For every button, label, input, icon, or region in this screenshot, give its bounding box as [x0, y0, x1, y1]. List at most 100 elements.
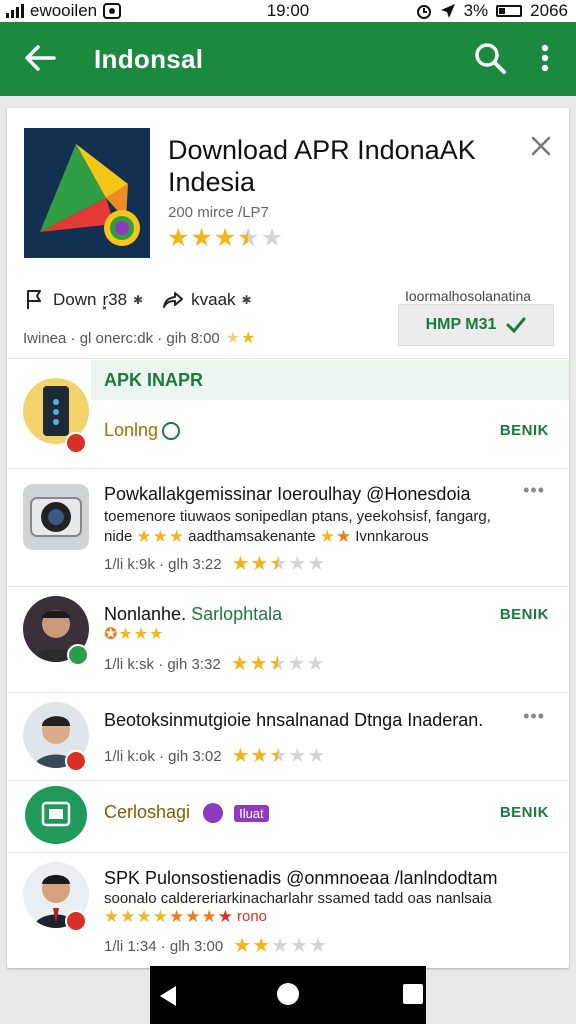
star-icon: ★	[288, 745, 307, 767]
divider	[7, 468, 569, 469]
status-badge	[65, 910, 87, 932]
green-app-avatar	[25, 786, 87, 844]
status-badge	[65, 432, 87, 454]
list-item[interactable]: Beotoksinmutgioie hnsalnanad Dtnga Inade…	[7, 694, 569, 780]
check-icon	[506, 317, 526, 333]
star-icon: ★	[288, 553, 307, 575]
app-detail-card: Download APR IndonaAK Indesia 200 mirce …	[7, 108, 569, 968]
divider	[7, 586, 569, 587]
nav-recents-icon[interactable]	[403, 984, 423, 1004]
divider	[7, 692, 569, 693]
row-meta: 1/li 1:34 · glh 3:00 ★ ★ ★ ★ ★	[104, 935, 327, 957]
star-icon: ★	[260, 224, 284, 252]
search-icon[interactable]	[470, 38, 510, 78]
nav-back-icon[interactable]	[156, 984, 180, 1008]
status-badge	[67, 644, 89, 666]
close-icon[interactable]	[529, 134, 553, 158]
app-logo-icon	[24, 128, 150, 258]
share-label: kvaak	[191, 290, 236, 309]
row-rating-stars: ★ ★ ★ ★ ★	[232, 554, 326, 574]
star-icon: ★	[249, 653, 268, 675]
list-item[interactable]: SPK Pulonsostienadis @onmnoeaa /lanlndod…	[7, 854, 569, 968]
row-title: Nonlanhe. Sarlophtala	[104, 604, 283, 624]
install-button[interactable]: HMP M31	[398, 304, 554, 346]
tag-badge: Iluat	[234, 804, 269, 822]
divider	[7, 852, 569, 853]
benik-button[interactable]: BENIK	[500, 804, 549, 821]
row-meta: 1/li k:sk · gih 3:32 ★ ★ ★ ★ ★	[104, 654, 324, 674]
benik-button[interactable]: BENIK	[500, 422, 549, 439]
row-rating-stars: ★ ★ ★ ★ ★	[233, 936, 327, 956]
action-row: Down r͓38 ✱ kvaak ✱	[23, 288, 252, 312]
more-vert-icon[interactable]	[530, 38, 560, 78]
status-badge	[65, 750, 87, 772]
status-bar: ewooilen 19:00 3% 2066	[0, 0, 576, 22]
location-icon	[440, 4, 455, 18]
list-item[interactable]: Nonlanhe. Sarlophtala ✪ ★ ★ ★ 1/li k:sk · g…	[7, 588, 569, 692]
star-icon: ★	[307, 553, 326, 575]
list-item[interactable]: Powkallakgemissinar Ioeroulhay @Honesdoi…	[7, 470, 569, 585]
flag-icon	[27, 290, 41, 309]
install-button-label: HMP M31	[425, 316, 497, 333]
star-icon: ★	[252, 935, 271, 957]
row-subtitle-stars: nide ★ ★ ★ aadthamsakenante ★ ★ Ivnnkarous	[104, 527, 429, 546]
app-meta-line: Iwinea · gl onerc:dk · gih 8:00 ★ ★	[23, 330, 255, 347]
share-arrow-icon	[163, 292, 184, 308]
row-title: Cerloshagi Iluat	[104, 802, 269, 824]
asterisk-icon: ✱	[133, 293, 144, 307]
download-action[interactable]: Down r͓38 ✱	[23, 288, 143, 312]
share-action[interactable]: kvaak ✱	[161, 288, 252, 312]
row-meta: 1/li k:9k · glh 3:22 ★ ★ ★ ★ ★	[104, 554, 325, 574]
row-subtitle-stars: ✪ ★ ★ ★	[104, 626, 163, 643]
status-right: 3% 2066	[416, 1, 568, 21]
row-meta: 1/li k:ok · gih 3:02 ★ ★ ★ ★ ★	[104, 746, 325, 766]
verified-icon	[162, 422, 181, 441]
star-icon: ★	[231, 745, 250, 767]
meta-line-text: Iwinea · gl onerc:dk · gih 8:00	[23, 330, 220, 347]
row-title: SPK Pulonsostienadis @onmnoeaa /lanlndod…	[104, 868, 498, 888]
app-rating-stars: ★ ★ ★ ★ ★	[167, 224, 284, 252]
overflow-menu-icon[interactable]: •••	[523, 706, 545, 727]
meta-line-stars: ★ ★	[225, 329, 256, 347]
list-item[interactable]: Lonlng BENIK	[7, 366, 569, 470]
star-icon: ★	[309, 935, 327, 957]
star-icon: ★	[167, 224, 190, 252]
nav-home-icon[interactable]	[277, 983, 299, 1005]
star-icon: ★	[250, 553, 269, 575]
row-subtitle-stars: ★ ★ ★ ★ ★ ★ ★ ★ rono	[104, 907, 268, 926]
star-icon: ★	[290, 935, 308, 957]
star-icon: ★	[231, 553, 250, 575]
back-arrow-icon[interactable]	[20, 38, 60, 78]
star-icon: ★	[237, 226, 259, 252]
list-item[interactable]: Cerloshagi Iluat BENIK	[7, 782, 569, 854]
row-title: Beotoksinmutgioie hnsalnanad Dtnga Inade…	[104, 710, 484, 730]
app-title: Download APR IndonaAK Indesia	[168, 135, 476, 197]
row-rating-stars: ★ ★ ★ ★ ★	[232, 746, 326, 766]
star-icon: ★	[250, 745, 269, 767]
camera-avatar	[23, 484, 89, 550]
benik-button[interactable]: BENIK	[500, 606, 549, 623]
row-rating-stars: ★ ★ ★ ★ ★	[231, 654, 325, 674]
star-icon: ★	[269, 746, 287, 766]
share-asterisk-icon: ✱	[241, 293, 252, 307]
inline-stars: ★ ★ ★ ★ ★ ★ ★ ★	[104, 907, 233, 926]
system-nav-bar	[150, 966, 426, 1024]
inline-stars: ★ ★ ★	[136, 527, 185, 546]
star-icon: ★	[213, 224, 237, 252]
podcast-icon	[203, 803, 224, 824]
app-meta: 200 mirce /LP7	[168, 204, 269, 221]
row-title: Lonlng	[104, 420, 181, 441]
divider	[7, 358, 569, 359]
inline-stars: ★ ★	[319, 527, 352, 546]
divider	[7, 780, 569, 781]
app-bar: Indonsal	[0, 22, 576, 96]
overflow-menu-icon[interactable]: •••	[523, 480, 545, 501]
down-extra: r͓38	[102, 290, 128, 309]
app-bar-title: Indonsal	[94, 44, 204, 74]
star-icon: ★	[271, 935, 290, 957]
star-icon: ★	[269, 654, 287, 674]
star-icon: ★	[306, 653, 325, 675]
battery-extra: 2066	[530, 1, 568, 20]
down-label: Down	[53, 290, 97, 309]
inline-stars: ✪ ★ ★ ★	[104, 626, 164, 643]
